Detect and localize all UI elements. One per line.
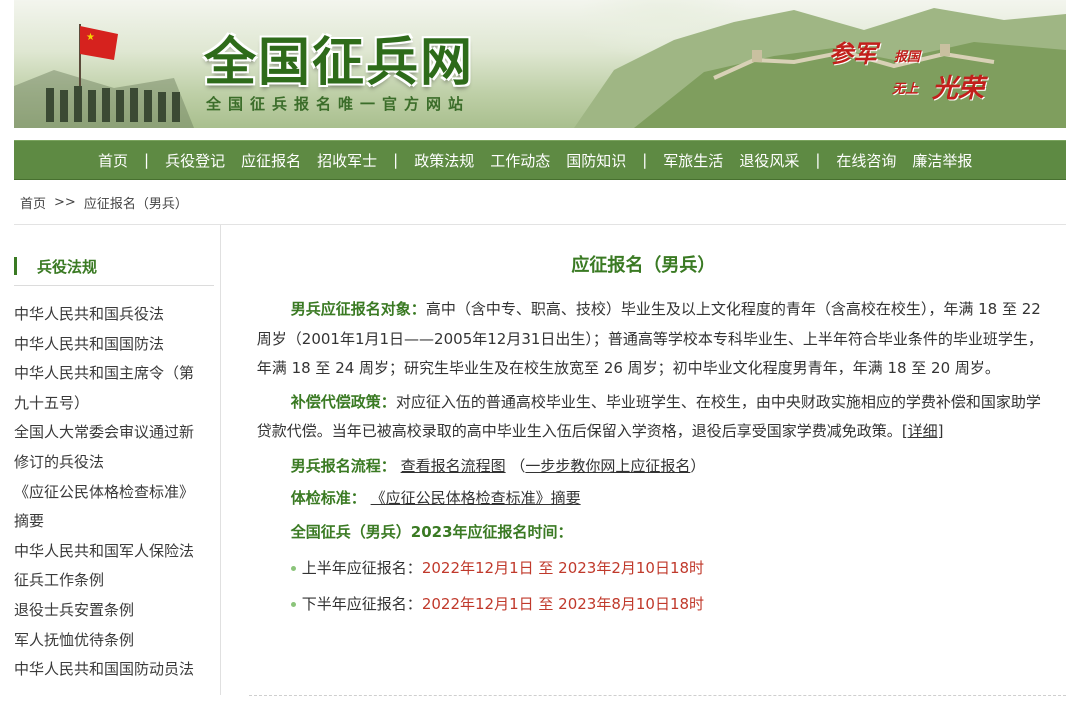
second-half-row: 下半年应征报名：2022年12月1日 至 2023年8月10日18时 (290, 589, 1066, 619)
nav-item-defense[interactable]: 国防知识 (558, 150, 634, 171)
sidebar-link[interactable]: 中华人民共和国国防法 (14, 330, 220, 360)
breadcrumb-separator: >> (54, 194, 76, 210)
bullet-icon (290, 601, 296, 607)
sidebar-heading-label: 兵役法规 (37, 257, 98, 276)
sidebar-link-list: 中华人民共和国兵役法 中华人民共和国国防法 中华人民共和国主席令（第 九十五号）… (14, 300, 220, 685)
first-half-label: 上半年应征报名： (301, 558, 422, 577)
nav-item-veterans[interactable]: 退役风采 (731, 150, 807, 171)
sidebar-link[interactable]: 摘要 (14, 507, 220, 537)
slogan-text: 参军 (829, 40, 877, 68)
svg-text:★: ★ (86, 32, 95, 43)
heading-bar-icon (14, 257, 17, 275)
tutorial-link[interactable]: 一步步教你网上应征报名 (525, 457, 690, 475)
slogan-text: 无上 (892, 82, 919, 97)
site-banner: ★ 全国征兵网 全国征兵报名唯一官方网站 参军 报国 无上 光荣 (14, 0, 1066, 128)
eligibility-paragraph: 男兵应征报名对象：高中（含中专、职高、技校）毕业生及以上文化程度的青年（含高校在… (257, 295, 1046, 384)
sidebar-link[interactable]: 九十五号） (14, 389, 220, 419)
nav-item-news[interactable]: 工作动态 (482, 150, 558, 171)
site-logo-title: 全国征兵网 (204, 33, 475, 93)
paren-close: ） (690, 456, 706, 475)
bullet-icon (290, 565, 296, 571)
nav-separator: | (144, 151, 150, 169)
flag-guard-icon: ★ (46, 24, 180, 122)
flow-chart-link[interactable]: 查看报名流程图 (401, 457, 506, 475)
nav-item-nco[interactable]: 招收军士 (309, 150, 385, 171)
first-half-time: 2022年12月1日 至 2023年2月10日18时 (421, 558, 705, 577)
eligibility-label: 男兵应征报名对象： (290, 300, 426, 318)
sidebar-link[interactable]: 修订的兵役法 (14, 448, 220, 478)
nav-separator: | (393, 151, 399, 169)
slogan-text: 报国 (894, 50, 921, 65)
nav-separator: | (815, 151, 821, 169)
page-title: 应征报名（男兵） (571, 255, 716, 276)
exam-standard-link[interactable]: 《应征公民体格检查标准》摘要 (371, 489, 581, 507)
nav-item-enlist[interactable]: 应征报名 (233, 150, 309, 171)
subsidy-label: 补偿代偿政策： (290, 392, 396, 411)
nav-item-registration[interactable]: 兵役登记 (157, 150, 233, 171)
sidebar-link[interactable]: 征兵工作条例 (14, 566, 220, 596)
flow-label: 男兵报名流程： (290, 456, 396, 475)
sidebar-link[interactable]: 军人抚恤优待条例 (14, 626, 220, 656)
section-divider (248, 695, 1066, 696)
sidebar-link[interactable]: 中华人民共和国国防动员法 (14, 655, 220, 685)
subsidy-paragraph: 补偿代偿政策：对应征入伍的普通高校毕业生、毕业班学生、在校生，由中央财政实施相应… (257, 388, 1046, 447)
nav-item-military-life[interactable]: 军旅生活 (655, 150, 731, 171)
sidebar-link[interactable]: 中华人民共和国主席令（第 (14, 359, 220, 389)
first-half-row: 上半年应征报名：2022年12月1日 至 2023年2月10日18时 (290, 553, 1066, 583)
second-half-time: 2022年12月1日 至 2023年8月10日18时 (421, 594, 705, 613)
breadcrumb-home[interactable]: 首页 (20, 193, 46, 212)
nav-item-policy[interactable]: 政策法规 (406, 150, 482, 171)
paren-open: （ (510, 456, 526, 475)
second-half-label: 下半年应征报名： (301, 594, 422, 613)
main-content: 应征报名（男兵） 男兵应征报名对象：高中（含中专、职高、技校）毕业生及以上文化程… (221, 225, 1066, 696)
details-link[interactable]: [详细] (902, 422, 944, 440)
time-heading-row: 全国征兵（男兵）2023年应征报名时间： (291, 517, 1066, 547)
main-nav: 首页 | 兵役登记 应征报名 招收军士 | 政策法规 工作动态 国防知识 | 军… (14, 140, 1066, 180)
sidebar-heading: 兵役法规 (14, 247, 214, 286)
exam-label: 体检标准： (290, 488, 366, 507)
nav-item-report[interactable]: 廉洁举报 (904, 150, 980, 171)
nav-separator: | (642, 151, 648, 169)
sidebar: 兵役法规 中华人民共和国兵役法 中华人民共和国国防法 中华人民共和国主席令（第 … (14, 225, 221, 695)
slogan-text: 光荣 (932, 74, 985, 104)
breadcrumb-current: 应征报名（男兵） (83, 196, 188, 212)
flow-row: 男兵报名流程： 查看报名流程图 （一步步教你网上应征报名） (291, 451, 1066, 481)
sidebar-link[interactable]: 《应征公民体格检查标准》 (14, 478, 220, 508)
sidebar-link[interactable]: 中华人民共和国兵役法 (14, 300, 220, 330)
sidebar-link[interactable]: 中华人民共和国军人保险法 (14, 537, 220, 567)
breadcrumb: 首页 >> 应征报名（男兵） (14, 180, 1066, 225)
sidebar-link[interactable]: 退役士兵安置条例 (14, 596, 220, 626)
exam-row: 体检标准： 《应征公民体格检查标准》摘要 (291, 483, 1066, 513)
sidebar-link[interactable]: 全国人大常委会审议通过新 (14, 418, 220, 448)
time-heading: 全国征兵（男兵）2023年应征报名时间： (290, 522, 573, 541)
nav-item-home[interactable]: 首页 (90, 150, 136, 171)
site-logo-subtitle: 全国征兵报名唯一官方网站 (206, 95, 471, 113)
nav-item-consult[interactable]: 在线咨询 (828, 150, 904, 171)
